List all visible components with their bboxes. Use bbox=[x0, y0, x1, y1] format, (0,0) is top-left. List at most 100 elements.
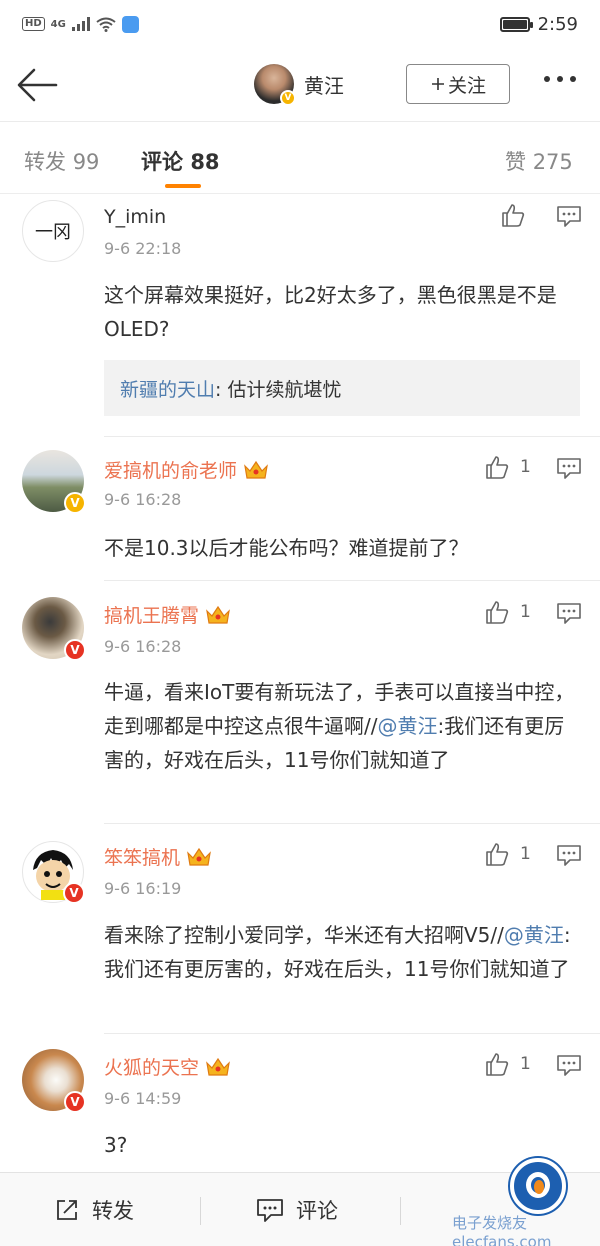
like-button[interactable]: 1 bbox=[484, 841, 531, 867]
comment-text-body: 看来除了控制小爱同学，华米还有大招啊V5// bbox=[104, 923, 504, 947]
like-count: 1 bbox=[520, 602, 531, 622]
commenter-name-text: 搞机王腾霄 bbox=[104, 605, 200, 627]
commenter-name[interactable]: 爱搞机的俞老师 bbox=[104, 456, 269, 483]
comment-time: 9-6 16:28 bbox=[104, 490, 182, 509]
comment-icon bbox=[257, 1199, 283, 1222]
commenter-avatar[interactable]: V bbox=[22, 597, 86, 661]
sub-reply-box[interactable]: 新疆的天山 : 估计续航堪忧 bbox=[104, 360, 580, 416]
thumbs-up-icon bbox=[486, 843, 509, 866]
comment-text: 不是10.3以后才能公布吗？难道提前了？ bbox=[104, 536, 469, 560]
more-options-icon[interactable] bbox=[544, 76, 576, 82]
like-button[interactable]: 1 bbox=[484, 1051, 531, 1077]
verified-badge-icon: V bbox=[64, 639, 86, 661]
tab-forward[interactable]: 转发 99 bbox=[24, 146, 99, 176]
comment-reply-icon bbox=[557, 845, 581, 866]
follow-label: 关注 bbox=[447, 74, 486, 97]
verified-badge-icon: V bbox=[280, 90, 296, 106]
commenter-avatar[interactable]: 一冈 bbox=[22, 200, 84, 262]
thumbs-up-icon bbox=[486, 456, 509, 479]
divider bbox=[104, 823, 600, 824]
avatar-signature: 一冈 bbox=[35, 222, 71, 243]
commenter-name-text: Y_imin bbox=[104, 206, 167, 228]
mention-link[interactable]: @黄汪 bbox=[504, 923, 564, 947]
status-bar: HD 4G 2:59 bbox=[0, 0, 600, 48]
comment-text: 牛逼，看来IoT要有新玩法了，手表可以直接当中控，走到哪都是中控这点很牛逼啊//… bbox=[104, 675, 584, 777]
thumbs-up-icon bbox=[486, 1053, 509, 1076]
follow-button[interactable]: 关注 bbox=[406, 64, 510, 104]
vip-crown-icon bbox=[205, 1057, 231, 1077]
tab-likes-count: 275 bbox=[532, 150, 573, 174]
comment-time: 9-6 14:59 bbox=[104, 1089, 182, 1108]
tab-forward-count: 99 bbox=[72, 150, 100, 174]
commenter-avatar[interactable]: V bbox=[22, 841, 85, 904]
sub-reply-text: : 估计续航堪忧 bbox=[215, 378, 342, 401]
tab-bar: 转发 99 评论 88 赞 275 bbox=[0, 122, 600, 194]
comment-button[interactable]: 评论 bbox=[256, 1195, 338, 1225]
back-arrow-icon bbox=[17, 68, 58, 102]
like-button[interactable]: 1 bbox=[484, 599, 531, 625]
commenter-avatar[interactable]: V bbox=[22, 1049, 86, 1113]
tab-comments-label: 评论 bbox=[141, 150, 183, 174]
vip-crown-icon bbox=[205, 605, 231, 625]
reply-button[interactable] bbox=[556, 204, 582, 232]
tab-likes[interactable]: 赞 275 bbox=[505, 146, 573, 176]
tab-forward-label: 转发 bbox=[24, 150, 66, 174]
sub-reply-author[interactable]: 新疆的天山 bbox=[120, 375, 215, 402]
status-right: 2:59 bbox=[499, 14, 578, 35]
like-count: 1 bbox=[520, 457, 531, 477]
commenter-name-text: 笨笨搞机 bbox=[104, 847, 181, 869]
comment-time: 9-6 22:18 bbox=[104, 239, 182, 258]
commenter-name[interactable]: Y_imin bbox=[104, 206, 166, 228]
plus-icon bbox=[431, 78, 444, 90]
thumbs-up-icon bbox=[502, 204, 525, 227]
author-avatar[interactable]: V bbox=[254, 64, 296, 106]
commenter-name-text: 爱搞机的俞老师 bbox=[104, 460, 238, 482]
comment-reply-icon bbox=[557, 1055, 581, 1076]
hd-indicator: HD bbox=[22, 17, 45, 31]
reply-button[interactable] bbox=[556, 1053, 582, 1081]
tab-comments-count: 88 bbox=[190, 150, 220, 174]
verified-badge-icon: V bbox=[63, 882, 85, 904]
comment-text: 这个屏幕效果挺好，比2好太多了，黑色很黑是不是OLED? bbox=[104, 283, 557, 341]
watermark-logo: 电子发烧友 elecfans.com bbox=[452, 1150, 596, 1246]
watermark-text: 电子发烧友 elecfans.com bbox=[452, 1214, 552, 1246]
thumbs-up-icon bbox=[486, 601, 509, 624]
commenter-name[interactable]: 火狐的天空 bbox=[104, 1053, 231, 1080]
nav-bar: V 黄汪 关注 bbox=[0, 48, 600, 122]
back-button[interactable] bbox=[14, 62, 60, 108]
commenter-name[interactable]: 搞机王腾霄 bbox=[104, 601, 231, 628]
comment-reply-icon bbox=[557, 206, 581, 227]
mention-link[interactable]: @黄汪 bbox=[377, 714, 437, 738]
battery-icon bbox=[499, 16, 533, 32]
divider bbox=[104, 580, 600, 581]
commenter-avatar[interactable]: V bbox=[22, 450, 86, 514]
watermark-circle-icon bbox=[510, 1158, 566, 1214]
comment-time: 9-6 16:28 bbox=[104, 637, 182, 656]
vip-crown-icon bbox=[186, 847, 212, 867]
reply-button[interactable] bbox=[556, 456, 582, 484]
status-left: HD 4G bbox=[22, 15, 139, 33]
tab-likes-label: 赞 bbox=[505, 150, 526, 174]
forward-button[interactable]: 转发 bbox=[54, 1195, 134, 1225]
comment-time: 9-6 16:19 bbox=[104, 879, 182, 898]
like-button[interactable] bbox=[500, 202, 536, 228]
like-count: 1 bbox=[520, 844, 531, 864]
divider bbox=[104, 1033, 600, 1034]
like-count: 1 bbox=[520, 1054, 531, 1074]
commenter-name[interactable]: 笨笨搞机 bbox=[104, 843, 212, 870]
reply-button[interactable] bbox=[556, 601, 582, 629]
tab-comments[interactable]: 评论 88 bbox=[141, 146, 220, 176]
author-header[interactable]: V 黄汪 bbox=[254, 64, 344, 106]
signal-icon bbox=[71, 17, 90, 31]
author-name[interactable]: 黄汪 bbox=[304, 70, 344, 99]
vip-crown-icon bbox=[243, 460, 269, 480]
wifi-icon bbox=[96, 17, 116, 32]
commenter-name-text: 火狐的天空 bbox=[104, 1057, 200, 1079]
divider bbox=[104, 436, 600, 437]
verified-badge-icon: V bbox=[64, 1091, 86, 1113]
reply-button[interactable] bbox=[556, 843, 582, 871]
forward-label: 转发 bbox=[92, 1199, 134, 1223]
verified-badge-icon: V bbox=[64, 492, 86, 514]
comment-reply-icon bbox=[557, 603, 581, 624]
like-button[interactable]: 1 bbox=[484, 454, 531, 480]
